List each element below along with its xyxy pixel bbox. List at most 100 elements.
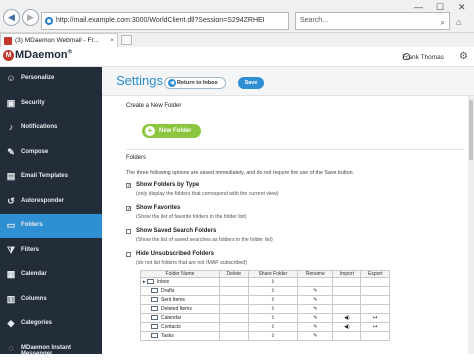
share-folder-icon[interactable]: ⇪ [247,331,299,341]
sidebar-item[interactable]: ◌ MDaemon Instant Messenger [0,337,102,361]
new-folder-button[interactable]: + New Folder [142,124,201,138]
folder-name-cell: ▸ Inbox [140,277,220,287]
sidebar-item-label: Filters [21,246,40,253]
tab-bar: (3) MDaemon Webmail - Fr... × [0,33,474,47]
sidebar-item[interactable]: ▤ Email Templates [0,165,102,189]
column-header: Delete [219,270,249,278]
rename-icon[interactable]: ✎ [297,331,334,341]
share-folder-icon[interactable]: ⇪ [247,313,299,323]
folder-row[interactable]: Sent Items ⇪ ✎ [140,295,390,305]
folder-name: Sent Items [161,297,185,303]
folder-icon [146,279,154,284]
settings-sidebar: ☺ Personalize ▣ Security ♪ Notifications ✎ Comp… [0,67,102,357]
app-header: M MDaemon® Frank Thomas ⚙ [0,47,474,67]
maximize-button[interactable]: ☐ [436,2,444,13]
folder-row[interactable]: ▸ Inbox ⇪ [140,277,390,287]
folder-icon [151,288,158,293]
share-folder-icon[interactable]: ⇪ [247,295,299,305]
scrollbar[interactable] [468,96,474,354]
sidebar-item[interactable]: ⧩ Filters [0,239,102,263]
share-folder-icon[interactable]: ⇪ [247,304,299,314]
tab-close-icon[interactable]: × [110,34,114,47]
sidebar-item-label: Columns [21,295,47,302]
folder-name: Calendar [161,315,182,321]
rename-icon[interactable]: ✎ [297,322,334,332]
mdaemon-logo: M MDaemon® [3,49,72,61]
sidebar-item[interactable]: ♪ Notifications [0,116,102,140]
import-icon [332,331,362,341]
sidebar-item[interactable]: ☺ Personalize [0,67,102,91]
browser-tab[interactable]: (3) MDaemon Webmail - Fr... × [0,33,118,47]
column-header: Rename [297,270,334,278]
share-folder-icon[interactable]: ⇪ [247,322,299,332]
rename-icon[interactable]: ✎ [297,304,334,314]
home-icon[interactable]: ⌂ [456,17,461,27]
search-icon[interactable]: ⌕ [441,15,445,31]
option-checkbox[interactable] [126,229,131,234]
folder-row[interactable]: Contacts ⇪ ✎ ◀) ↦ [140,322,390,332]
return-to-inbox-button[interactable]: ◀ Return to Inbox [164,77,226,89]
export-icon [360,277,390,287]
rename-icon[interactable]: ✎ [297,313,334,323]
sidebar-item[interactable]: ▦ Calendar [0,263,102,287]
folder-row[interactable]: Drafts ⇪ ✎ [140,286,390,296]
folders-description: The three following options are saved im… [126,170,355,176]
rename-icon[interactable]: ✎ [297,286,334,296]
minimize-button[interactable]: — [414,2,423,12]
save-button[interactable]: Save [238,77,264,89]
search-input[interactable]: Search... ⌕ [295,12,450,30]
new-tab-button[interactable] [121,35,132,45]
address-bar[interactable]: http://mail.example.com:3000/WorldClient… [41,12,289,30]
browser-toolbar: ◀ ▶ http://mail.example.com:3000/WorldCl… [0,0,474,33]
folder-icon [151,297,158,302]
chat-icon: ◌ [8,342,14,353]
option-checkbox[interactable]: ✓ [126,183,131,189]
gear-icon[interactable]: ⚙ [459,51,468,62]
sidebar-item-label: Security [21,99,45,106]
user-name[interactable]: Frank Thomas [402,54,444,61]
logo-text: MDaemon [15,49,68,61]
delete-cell [219,313,249,323]
calendar-icon: ▦ [6,269,16,279]
delete-cell [219,295,249,305]
new-folder-label: New Folder [159,128,192,134]
scrollbar-thumb[interactable] [469,100,473,160]
tab-title: (3) MDaemon Webmail - Fr... [15,37,99,44]
sidebar-item-label: MDaemon Instant Messenger [21,344,72,357]
forward-button[interactable]: ▶ [22,9,39,26]
folder-row[interactable]: Calendar ⇪ ✎ ◀) ↦ [140,313,390,323]
close-window-button[interactable]: ✕ [458,2,466,13]
plus-icon: + [145,126,155,136]
sidebar-item-label: Folders [21,222,43,228]
import-icon [332,295,362,305]
folder-row[interactable]: Tasks ⇪ ✎ [140,331,390,341]
column-header: Import [332,270,362,278]
sidebar-item[interactable]: ◆ Categories [0,312,102,336]
import-icon[interactable]: ◀) [332,313,362,323]
export-icon[interactable]: ↦ [360,313,390,323]
person-icon: ☺ [6,73,16,83]
folder-row[interactable]: Deleted Items ⇪ ✎ [140,304,390,314]
template-icon: ▤ [6,171,16,181]
rename-icon[interactable]: ✎ [297,295,334,305]
delete-cell [219,331,249,341]
option-description: (do not list folders that are not IMAP s… [136,260,247,266]
back-button[interactable]: ◀ [3,9,20,26]
sidebar-item[interactable]: ▣ Security [0,92,102,116]
share-folder-icon[interactable]: ⇪ [247,286,299,296]
sidebar-item[interactable]: ✎ Compose [0,141,102,165]
share-folder-icon[interactable]: ⇪ [247,277,299,287]
option-checkbox[interactable]: ✓ [126,206,131,212]
sidebar-item[interactable]: ▥ Columns [0,288,102,312]
option-checkbox[interactable] [126,252,131,257]
columns-icon: ▥ [6,293,16,304]
sidebar-item[interactable]: ▭ Folders [0,214,102,238]
folder-name: Drafts [161,288,175,294]
export-icon [360,304,390,314]
column-header: Export [360,270,390,278]
logo-mark-icon: M [3,50,14,61]
export-icon[interactable]: ↦ [360,322,390,332]
lock-icon: ▣ [6,97,16,108]
sidebar-item[interactable]: ↺ Autoresponder [0,190,102,214]
import-icon[interactable]: ◀) [332,322,362,332]
